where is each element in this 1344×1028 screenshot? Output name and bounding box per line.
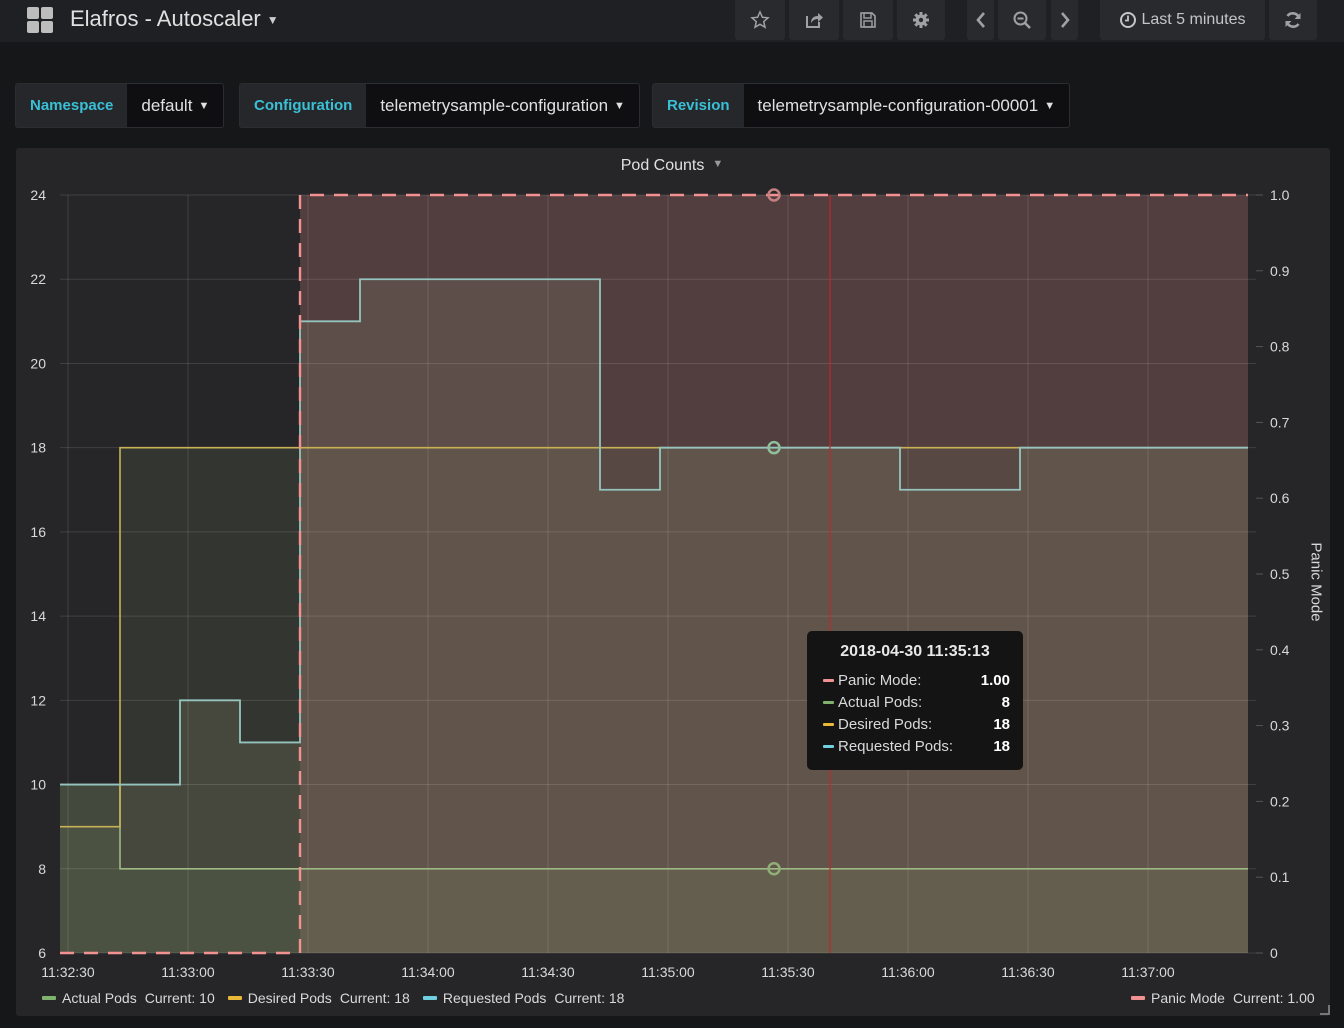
tooltip-row: Requested Pods: 18 — [823, 735, 1010, 757]
y-tick-label: 10 — [30, 777, 46, 793]
tooltip-series-name: Desired Pods: — [838, 715, 933, 733]
legend-series-name: Requested Pods — [442, 990, 547, 1006]
y-tick-label: 14 — [30, 608, 46, 624]
series-swatch — [227, 996, 242, 1000]
y-tick-label: 20 — [30, 355, 46, 371]
y2-tick-label: 0 — [1270, 945, 1278, 961]
series-swatch — [823, 744, 834, 748]
series-swatch — [823, 700, 834, 704]
y2-tick-label: 0.9 — [1270, 263, 1290, 279]
y2-tick-label: 0.2 — [1270, 793, 1290, 809]
y-tick-label: 18 — [30, 440, 46, 456]
tooltip-series-value: 18 — [993, 715, 1010, 733]
x-tick-label: 11:37:00 — [1121, 964, 1175, 980]
series-swatch — [42, 996, 56, 1000]
x-tick-label: 11:32:30 — [41, 964, 95, 980]
tooltip-series-value: 18 — [993, 737, 1010, 755]
y2-tick-label: 0.4 — [1270, 642, 1290, 658]
series-swatch — [422, 996, 437, 1000]
y-tick-label: 6 — [38, 945, 46, 961]
legend-current-value: Current: 10 — [144, 990, 215, 1006]
x-tick-label: 11:34:30 — [521, 964, 575, 980]
y2-tick-label: 0.6 — [1270, 490, 1290, 506]
y2-tick-label: 0.8 — [1270, 339, 1290, 355]
y2-tick-label: 0.7 — [1270, 414, 1290, 430]
tooltip-row: Desired Pods: 18 — [823, 713, 1010, 735]
y2-tick-label: 0.5 — [1270, 566, 1290, 582]
x-tick-label: 11:34:00 — [401, 964, 455, 980]
y-tick-label: 8 — [38, 861, 46, 877]
tooltip-row: Actual Pods: 8 — [823, 691, 1010, 713]
tooltip-series-name: Actual Pods: — [838, 693, 923, 711]
x-tick-label: 11:33:00 — [161, 964, 215, 980]
legend-current-value: Current: 18 — [339, 990, 410, 1006]
hover-tooltip: 2018-04-30 11:35:13 Panic Mode: 1.00 Actu… — [807, 631, 1023, 770]
pod-counts-chart[interactable]: 6 8 10 12 14 16 18 20 22 24 11:32:30 11:33:00 11:33:… — [0, 0, 1344, 1028]
legend-item-panic-mode[interactable]: Panic Mode Current: 1.00 — [1131, 990, 1315, 1006]
tooltip-row: Panic Mode: 1.00 — [823, 669, 1010, 691]
y-tick-label: 22 — [30, 271, 46, 287]
tooltip-series-name: Requested Pods: — [838, 737, 954, 755]
x-tick-label: 11:33:30 — [281, 964, 335, 980]
tooltip-series-value: 8 — [1001, 693, 1010, 711]
x-tick-label: 11:36:00 — [881, 964, 935, 980]
legend-right: Panic Mode Current: 1.00 — [1131, 990, 1315, 1006]
series-swatch — [823, 678, 834, 682]
series-swatch — [1131, 996, 1145, 1000]
legend-series-name: Actual Pods — [62, 990, 137, 1006]
legend-left: Actual Pods Current: 10 Desired Pods Curre… — [42, 990, 637, 1006]
y2-tick-label: 1.0 — [1270, 187, 1290, 203]
x-tick-label: 11:35:30 — [761, 964, 815, 980]
legend-current-value: Current: 18 — [554, 990, 625, 1006]
tooltip-series-value: 1.00 — [980, 671, 1010, 689]
x-tick-label: 11:36:30 — [1001, 964, 1055, 980]
series-swatch — [823, 722, 834, 726]
legend-series-name: Desired Pods — [247, 990, 332, 1006]
legend-item-desired-pods[interactable]: Desired Pods Current: 18 — [227, 990, 410, 1006]
legend-item-requested-pods[interactable]: Requested Pods Current: 18 — [422, 990, 625, 1006]
y2-tick-label: 0.1 — [1270, 869, 1290, 885]
legend-current-value: Current: 1.00 — [1232, 990, 1315, 1006]
legend-item-actual-pods[interactable]: Actual Pods Current: 10 — [42, 990, 215, 1006]
y2-tick-label: 0.3 — [1270, 718, 1290, 734]
legend-series-name: Panic Mode — [1151, 990, 1225, 1006]
y-tick-label: 16 — [30, 524, 46, 540]
right-axis-title: Panic Mode — [1307, 542, 1325, 622]
tooltip-series-name: Panic Mode: — [838, 671, 922, 689]
y-tick-label: 24 — [30, 187, 46, 203]
tooltip-time: 2018-04-30 11:35:13 — [840, 643, 990, 660]
panel-resize-handle[interactable] — [1320, 1005, 1330, 1015]
x-tick-label: 11:35:00 — [641, 964, 695, 980]
y-tick-label: 12 — [30, 692, 46, 708]
